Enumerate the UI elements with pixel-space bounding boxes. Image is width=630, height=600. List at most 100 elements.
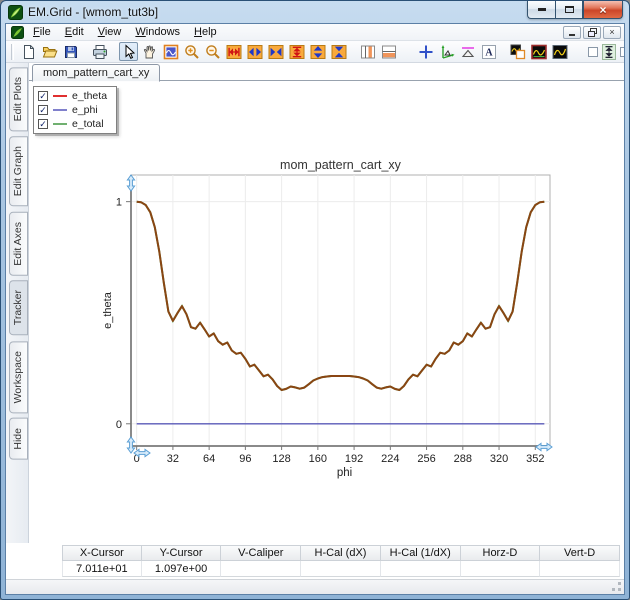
cursor-cross-button[interactable]: [416, 42, 435, 61]
legend-line-sample-e_total: [53, 123, 67, 125]
x-tick-label: 128: [272, 453, 290, 465]
cursor-col-header: H-Cal (dX): [301, 545, 381, 561]
text-annotation-button[interactable]: A: [479, 42, 498, 61]
legend-checkbox-e_phi[interactable]: ✓: [38, 105, 48, 115]
legend-row-e_theta: ✓ e_theta: [38, 90, 107, 102]
mdi-restore-button[interactable]: [583, 26, 601, 39]
close-button[interactable]: ×: [583, 1, 623, 19]
full-scale-x-button[interactable]: [224, 42, 243, 61]
pointer-icon: [121, 44, 137, 60]
open-folder-icon: [42, 44, 58, 60]
compress-y-button[interactable]: [329, 42, 348, 61]
side-tab-edit-axes[interactable]: Edit Axes: [9, 212, 28, 276]
split-vertical-icon: [360, 44, 376, 60]
x-axis-label: phi: [337, 467, 352, 479]
save-icon: [63, 44, 79, 60]
plot-canvas[interactable]: ✓ e_theta ✓ e_phi ✓ e_total 03264961281601922…: [29, 81, 624, 543]
cursor-col-value: [540, 561, 620, 577]
document-tab[interactable]: mom_pattern_cart_xy: [32, 64, 160, 82]
pan-button[interactable]: [140, 42, 159, 61]
sync-y-left-checkbox[interactable]: [588, 47, 598, 57]
menu-view[interactable]: View: [91, 25, 129, 39]
legend-label-e_theta: e_theta: [72, 90, 107, 102]
print-icon: [92, 44, 108, 60]
select-pointer-button[interactable]: [119, 42, 138, 61]
y-tick-label: 1: [116, 197, 122, 209]
x-tick-label: 320: [490, 453, 508, 465]
new-file-button[interactable]: [19, 42, 38, 61]
graph-style-dark2-button[interactable]: [550, 42, 569, 61]
sync-y-button[interactable]: [601, 42, 617, 61]
x-tick-label: 256: [417, 453, 435, 465]
client-area: FileEditViewWindowsHelp ×: [5, 23, 625, 595]
open-file-button[interactable]: [40, 42, 59, 61]
compress-x-icon: [268, 44, 284, 60]
compress-y-icon: [331, 44, 347, 60]
side-tab-strip: Edit Plots Edit Graph Edit Axes Tracker Work…: [6, 63, 29, 543]
side-tab-edit-plots[interactable]: Edit Plots: [9, 67, 28, 131]
side-tab-tracker[interactable]: Tracker: [9, 280, 28, 335]
x-tick-label: 96: [239, 453, 251, 465]
snapshot-button[interactable]: [508, 42, 527, 61]
expand-y-button[interactable]: [308, 42, 327, 61]
maximize-button[interactable]: [555, 1, 583, 19]
toolbar: A: [6, 41, 624, 63]
svg-text:A: A: [485, 47, 493, 58]
plot-area[interactable]: [131, 175, 550, 446]
x-tick-label: 224: [381, 453, 399, 465]
mdi-minimize-icon: [569, 34, 575, 36]
legend-checkbox-e_theta[interactable]: ✓: [38, 91, 48, 101]
x-tick-label: 352: [526, 453, 544, 465]
split-vertical-button[interactable]: [358, 42, 377, 61]
side-tab-workspace[interactable]: Workspace: [9, 341, 28, 413]
document-tabbar: mom_pattern_cart_xy: [29, 63, 624, 81]
cursor-table-value-row: 7.011e+011.097e+00: [62, 561, 620, 577]
close-icon: ×: [599, 4, 606, 16]
mdi-child-logo-icon: [11, 26, 24, 39]
cursor-col-value: 1.097e+00: [142, 561, 222, 577]
mdi-close-button[interactable]: ×: [603, 26, 621, 39]
statusbar: [6, 579, 624, 594]
resize-grip-icon[interactable]: [612, 582, 622, 592]
expand-x-icon: [247, 44, 263, 60]
sync-y-right-checkbox[interactable]: [620, 47, 624, 57]
legend-label-e_phi: e_phi: [72, 104, 98, 116]
print-button[interactable]: [90, 42, 109, 61]
compress-x-button[interactable]: [266, 42, 285, 61]
zoom-in-button[interactable]: [182, 42, 201, 61]
x-tick-label: 160: [309, 453, 327, 465]
window-title: EM.Grid - [wmom_tut3b]: [28, 5, 158, 19]
legend-checkbox-e_total[interactable]: ✓: [38, 119, 48, 129]
tracker-axes-button[interactable]: [437, 42, 456, 61]
zoom-out-button[interactable]: [203, 42, 222, 61]
legend-row-e_phi: ✓ e_phi: [38, 104, 107, 116]
menu-items: FileEditViewWindowsHelp: [26, 26, 224, 38]
side-tab-hide[interactable]: Hide: [9, 418, 28, 460]
mdi-minimize-button[interactable]: [563, 26, 581, 39]
minimize-button[interactable]: [527, 1, 555, 19]
zoom-waveform-button[interactable]: [161, 42, 180, 61]
chart-title: mom_pattern_cart_xy: [280, 158, 402, 172]
split-horizontal-button[interactable]: [379, 42, 398, 61]
legend-row-e_total: ✓ e_total: [38, 118, 107, 130]
snapshot-icon: [510, 44, 526, 60]
save-button[interactable]: [61, 42, 80, 61]
menu-edit[interactable]: Edit: [58, 25, 91, 39]
toolbar-grip[interactable]: [11, 44, 14, 60]
x-tick-label: 32: [167, 453, 179, 465]
y-tick-label: 0: [116, 419, 122, 431]
side-tab-edit-graph[interactable]: Edit Graph: [9, 136, 28, 206]
full-scale-y-button[interactable]: [287, 42, 306, 61]
zoom-in-icon: [184, 44, 200, 60]
chart[interactable]: 032649612816019222425628832035201mom_pat…: [29, 81, 624, 543]
legend-label-e_total: e_total: [72, 118, 104, 130]
menu-file[interactable]: File: [26, 25, 58, 39]
caliper-button[interactable]: [458, 42, 477, 61]
cursor-col-value: [221, 561, 301, 577]
menu-help[interactable]: Help: [187, 25, 224, 39]
crosshair-icon: [418, 44, 434, 60]
split-horizontal-icon: [381, 44, 397, 60]
graph-style-dark-button[interactable]: [529, 42, 548, 61]
menu-windows[interactable]: Windows: [128, 25, 187, 39]
expand-x-button[interactable]: [245, 42, 264, 61]
